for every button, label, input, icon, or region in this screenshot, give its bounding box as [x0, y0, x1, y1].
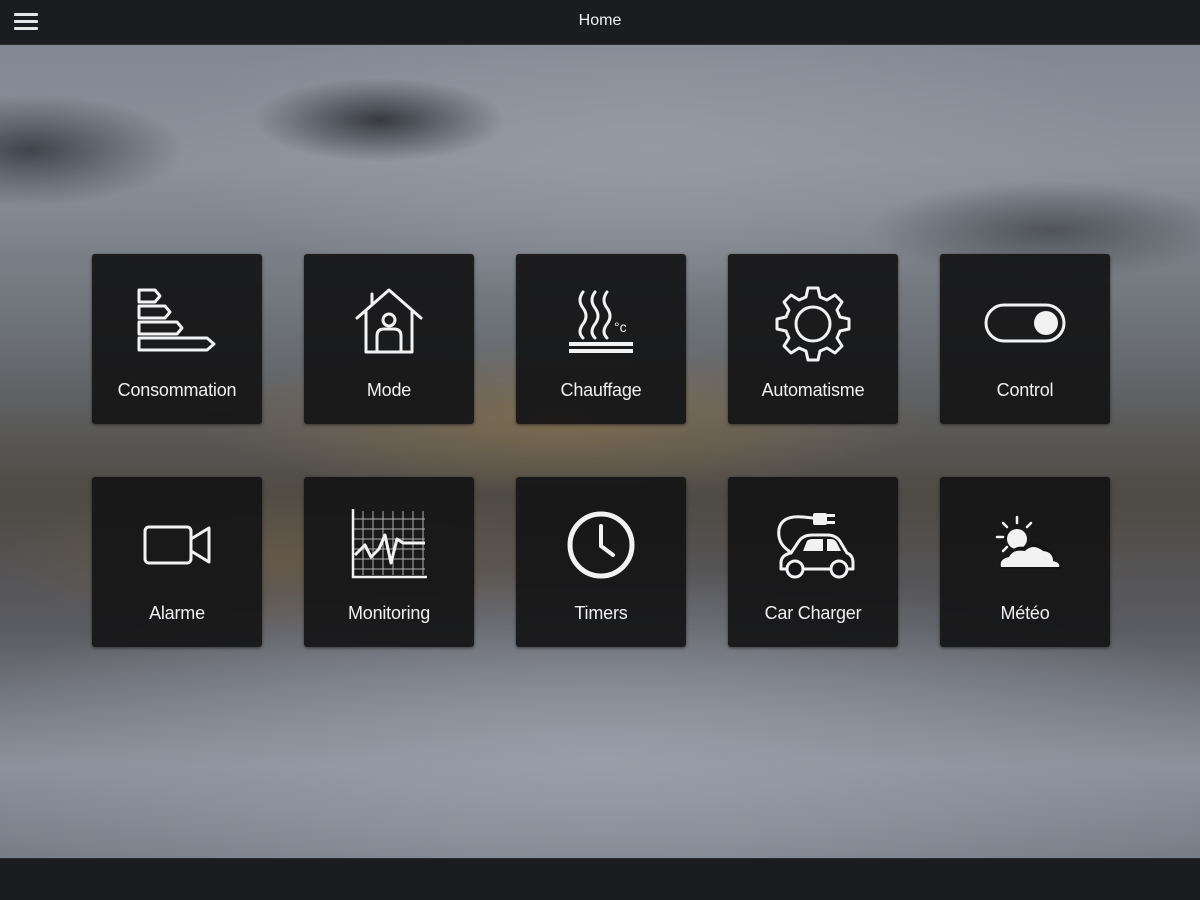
- tile-mode[interactable]: Mode: [304, 254, 474, 424]
- tile-label: Automatisme: [761, 380, 865, 400]
- bottom-bar: [0, 858, 1200, 900]
- clock-icon: [551, 505, 651, 585]
- heating-celsius-icon: °c: [551, 282, 651, 362]
- tile-car-charger[interactable]: Car Charger: [728, 477, 898, 647]
- tile-monitoring[interactable]: Monitoring: [304, 477, 474, 647]
- page-title: Home: [578, 12, 622, 29]
- tile-automatisme[interactable]: Automatisme: [728, 254, 898, 424]
- tile-alarme[interactable]: Alarme: [92, 477, 262, 647]
- gear-icon: [763, 282, 863, 362]
- tile-label: Mode: [366, 380, 412, 400]
- tile-chauffage[interactable]: °c Chauffage: [516, 254, 686, 424]
- tile-consommation[interactable]: Consommation: [92, 254, 262, 424]
- background-image: [0, 0, 1200, 900]
- energy-rating-icon: [127, 282, 227, 362]
- monitoring-graph-icon: [339, 505, 439, 585]
- home-screen: Home Consommation Mode °c Chauffage Auto…: [0, 0, 1200, 900]
- tile-label: Alarme: [149, 603, 205, 623]
- tile-label: Car Charger: [764, 603, 862, 623]
- electric-car-icon: [763, 505, 863, 585]
- celsius-unit: °c: [614, 319, 627, 335]
- tile-label: Météo: [1000, 603, 1050, 623]
- home-person-icon: [339, 282, 439, 362]
- tile-label: Control: [996, 380, 1054, 400]
- video-camera-icon: [127, 505, 227, 585]
- tile-meteo[interactable]: Météo: [940, 477, 1110, 647]
- top-bar: Home: [0, 0, 1200, 45]
- tile-timers[interactable]: Timers: [516, 477, 686, 647]
- tile-control[interactable]: Control: [940, 254, 1110, 424]
- tile-label: Timers: [574, 603, 628, 623]
- weather-sun-cloud-icon: [975, 505, 1075, 585]
- tile-label: Consommation: [117, 380, 237, 400]
- tile-label: Chauffage: [560, 380, 642, 400]
- toggle-switch-icon: [975, 282, 1075, 362]
- tile-label: Monitoring: [347, 603, 431, 623]
